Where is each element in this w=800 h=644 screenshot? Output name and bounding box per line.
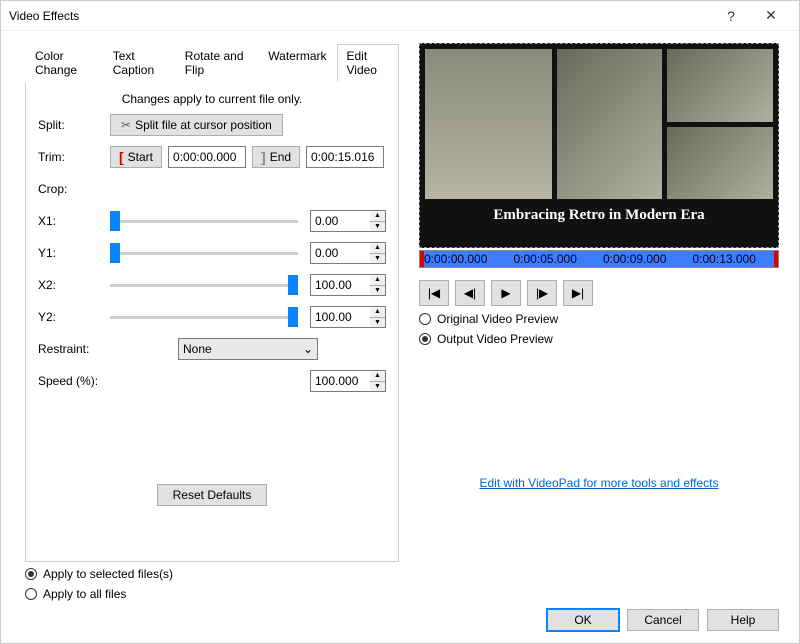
timeline[interactable]: 0:00:00.000 0:00:05.000 0:00:09.000 0:00… bbox=[419, 250, 779, 268]
video-effects-dialog: Video Effects ? ✕ Color Change Text Capt… bbox=[0, 0, 800, 644]
preview-output-radio[interactable]: Output Video Preview bbox=[419, 332, 779, 346]
restraint-label: Restraint: bbox=[38, 342, 178, 356]
split-button-label: Split file at cursor position bbox=[135, 118, 272, 132]
preview-caption: Embracing Retro in Modern Era bbox=[425, 207, 773, 224]
skip-end-button[interactable]: ▶| bbox=[563, 280, 593, 306]
y1-value[interactable]: 0.00 bbox=[310, 242, 370, 264]
radio-icon bbox=[419, 313, 431, 325]
preview-output-label: Output Video Preview bbox=[437, 332, 553, 346]
video-preview: Embracing Retro in Modern Era bbox=[419, 43, 779, 248]
apply-selected-radio[interactable]: Apply to selected files(s) bbox=[25, 567, 779, 581]
preview-thumb bbox=[425, 49, 552, 199]
window-title: Video Effects bbox=[9, 9, 711, 23]
frame-back-button[interactable]: ◀| bbox=[455, 280, 485, 306]
tab-color-change[interactable]: Color Change bbox=[25, 44, 103, 82]
x1-label: X1: bbox=[38, 214, 110, 228]
spin-down-icon[interactable]: ▼ bbox=[370, 222, 385, 232]
chevron-down-icon: ⌄ bbox=[303, 342, 313, 356]
preview-thumb bbox=[667, 127, 773, 200]
trim-start-button[interactable]: [Start bbox=[110, 146, 162, 168]
x2-spinner[interactable]: 100.00▲▼ bbox=[310, 274, 386, 296]
spin-down-icon[interactable]: ▼ bbox=[370, 382, 385, 392]
panel-note: Changes apply to current file only. bbox=[38, 92, 386, 106]
spin-up-icon[interactable]: ▲ bbox=[370, 307, 385, 318]
edit-video-panel: Changes apply to current file only. Spli… bbox=[25, 82, 399, 562]
titlebar: Video Effects ? ✕ bbox=[1, 1, 799, 31]
x1-slider[interactable] bbox=[110, 210, 298, 232]
radio-icon bbox=[25, 568, 37, 580]
timeline-mark: 0:00:05.000 bbox=[510, 252, 600, 266]
trim-start-label: Start bbox=[128, 150, 153, 164]
x1-value[interactable]: 0.00 bbox=[310, 210, 370, 232]
spin-up-icon[interactable]: ▲ bbox=[370, 211, 385, 222]
tab-rotate-flip[interactable]: Rotate and Flip bbox=[175, 44, 258, 82]
y2-label: Y2: bbox=[38, 310, 110, 324]
trim-end-label: End bbox=[270, 150, 291, 164]
y2-spinner[interactable]: 100.00▲▼ bbox=[310, 306, 386, 328]
y1-spinner[interactable]: 0.00▲▼ bbox=[310, 242, 386, 264]
reset-defaults-button[interactable]: Reset Defaults bbox=[157, 484, 267, 506]
x2-slider[interactable] bbox=[110, 274, 298, 296]
apply-all-radio[interactable]: Apply to all files bbox=[25, 587, 779, 601]
timeline-mark: 0:00:09.000 bbox=[599, 252, 689, 266]
crop-label: Crop: bbox=[38, 182, 110, 196]
playback-controls: |◀ ◀| ▶ |▶ ▶| bbox=[419, 280, 779, 306]
spin-up-icon[interactable]: ▲ bbox=[370, 371, 385, 382]
tab-bar: Color Change Text Caption Rotate and Fli… bbox=[25, 43, 399, 82]
trim-end-value[interactable]: 0:00:15.016 bbox=[306, 146, 384, 168]
split-label: Split: bbox=[38, 118, 110, 132]
spin-down-icon[interactable]: ▼ bbox=[370, 318, 385, 328]
spin-down-icon[interactable]: ▼ bbox=[370, 286, 385, 296]
help-button[interactable]: Help bbox=[707, 609, 779, 631]
tab-watermark[interactable]: Watermark bbox=[258, 44, 336, 82]
restraint-value: None bbox=[183, 342, 212, 356]
tab-edit-video[interactable]: Edit Video bbox=[337, 44, 400, 82]
cancel-button[interactable]: Cancel bbox=[627, 609, 699, 631]
trim-label: Trim: bbox=[38, 150, 110, 164]
y2-value[interactable]: 100.00 bbox=[310, 306, 370, 328]
y2-slider[interactable] bbox=[110, 306, 298, 328]
preview-thumb bbox=[667, 49, 773, 122]
preview-thumb bbox=[557, 49, 663, 199]
x2-label: X2: bbox=[38, 278, 110, 292]
split-button[interactable]: ✂ Split file at cursor position bbox=[110, 114, 283, 136]
play-button[interactable]: ▶ bbox=[491, 280, 521, 306]
speed-value[interactable]: 100.000 bbox=[310, 370, 370, 392]
timeline-mark: 0:00:00.000 bbox=[420, 252, 510, 266]
help-icon[interactable]: ? bbox=[711, 8, 751, 24]
y1-label: Y1: bbox=[38, 246, 110, 260]
apply-all-label: Apply to all files bbox=[43, 587, 126, 601]
spin-up-icon[interactable]: ▲ bbox=[370, 275, 385, 286]
apply-selected-label: Apply to selected files(s) bbox=[43, 567, 173, 581]
skip-start-button[interactable]: |◀ bbox=[419, 280, 449, 306]
preview-original-label: Original Video Preview bbox=[437, 312, 558, 326]
trim-start-value[interactable]: 0:00:00.000 bbox=[168, 146, 246, 168]
frame-forward-button[interactable]: |▶ bbox=[527, 280, 557, 306]
ok-button[interactable]: OK bbox=[547, 609, 619, 631]
x1-spinner[interactable]: 0.00▲▼ bbox=[310, 210, 386, 232]
scissors-icon: ✂ bbox=[121, 118, 131, 132]
timeline-mark: 0:00:13.000 bbox=[689, 252, 779, 266]
radio-icon bbox=[25, 588, 37, 600]
speed-label: Speed (%): bbox=[38, 374, 238, 388]
spin-down-icon[interactable]: ▼ bbox=[370, 254, 385, 264]
radio-icon bbox=[419, 333, 431, 345]
restraint-select[interactable]: None ⌄ bbox=[178, 338, 318, 360]
speed-spinner[interactable]: 100.000▲▼ bbox=[310, 370, 386, 392]
close-icon[interactable]: ✕ bbox=[751, 7, 791, 24]
videopad-link[interactable]: Edit with VideoPad for more tools and ef… bbox=[419, 476, 779, 490]
y1-slider[interactable] bbox=[110, 242, 298, 264]
preview-original-radio[interactable]: Original Video Preview bbox=[419, 312, 779, 326]
trim-end-button[interactable]: ]End bbox=[252, 146, 300, 168]
x2-value[interactable]: 100.00 bbox=[310, 274, 370, 296]
tab-text-caption[interactable]: Text Caption bbox=[103, 44, 175, 82]
spin-up-icon[interactable]: ▲ bbox=[370, 243, 385, 254]
